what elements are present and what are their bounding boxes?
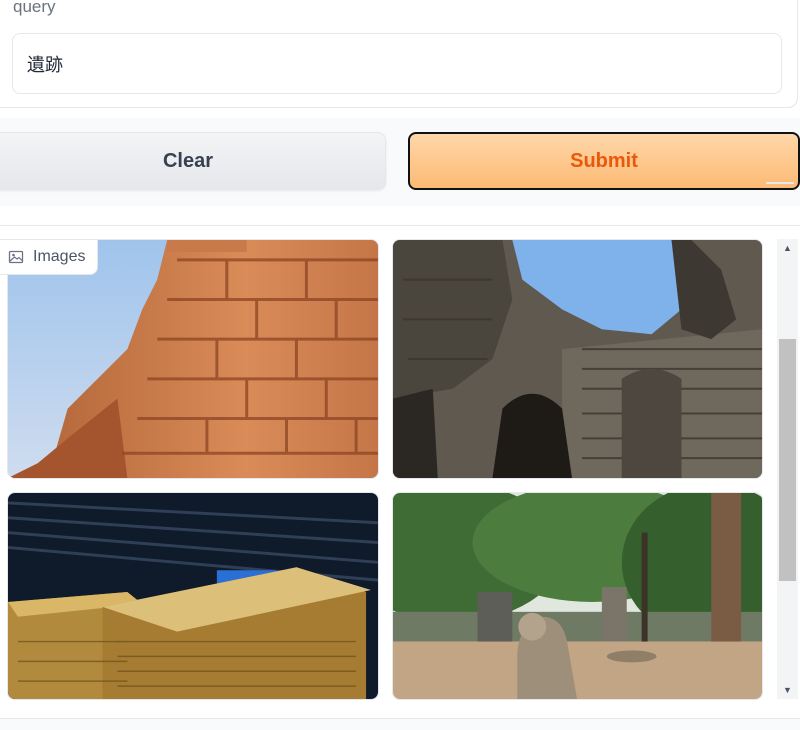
gallery-scrollbar[interactable]: ▲ ▼: [777, 239, 798, 699]
query-input[interactable]: 遺跡: [12, 33, 782, 94]
submit-button[interactable]: Submit: [408, 132, 800, 190]
scroll-down-arrow-icon[interactable]: ▼: [777, 681, 798, 699]
scroll-up-arrow-icon[interactable]: ▲: [777, 239, 798, 257]
gallery-label-text: Images: [33, 248, 86, 265]
app-page: query 遺跡 Clear Submit Images ▲ ▼: [0, 0, 800, 730]
submit-corner-decoration: [766, 178, 794, 184]
scroll-thumb[interactable]: [779, 339, 796, 581]
clear-button[interactable]: Clear: [0, 132, 386, 190]
button-row: Clear Submit: [0, 118, 800, 206]
bottom-panel-edge: [0, 718, 800, 730]
submit-button-label: Submit: [570, 149, 638, 172]
gallery-image-sarcophagi[interactable]: [7, 492, 379, 700]
gallery-image-temple-gate[interactable]: [392, 239, 763, 479]
gallery-image-brick-ruin[interactable]: [7, 239, 379, 479]
query-label: query: [13, 0, 56, 16]
gallery-label: Images: [0, 239, 99, 275]
gallery-image-shrine-grove[interactable]: [392, 492, 763, 700]
image-icon: [8, 250, 24, 264]
